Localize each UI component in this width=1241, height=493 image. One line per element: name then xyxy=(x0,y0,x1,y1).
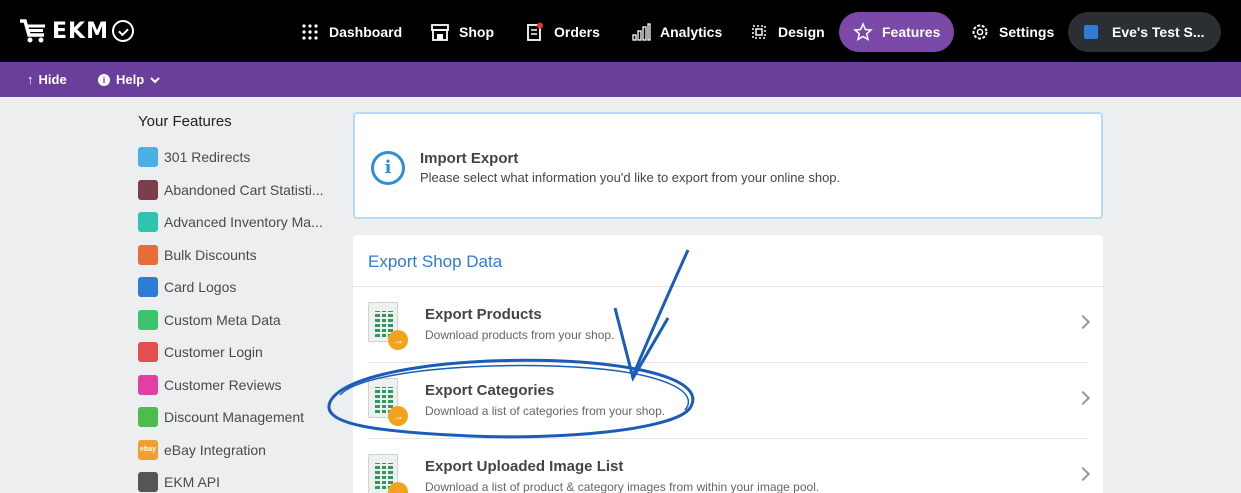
row-description: Download a list of product & category im… xyxy=(425,480,820,493)
nav-shop[interactable]: Shop xyxy=(430,12,494,52)
chevron-right-icon xyxy=(1075,314,1091,330)
info-title: Import Export xyxy=(420,150,519,167)
export-categories-row[interactable]: → Export Categories Download a list of c… xyxy=(368,363,1091,439)
top-navigation: EKM Dashboard Shop Orders Analytics Desi… xyxy=(0,0,1241,62)
nav-label: Shop xyxy=(459,24,494,40)
nav-label: Features xyxy=(882,24,941,40)
feature-icon xyxy=(138,277,158,297)
sidebar-feature-item[interactable]: Bulk Discounts xyxy=(138,243,257,267)
row-title: Export Uploaded Image List xyxy=(425,458,624,475)
sidebar-feature-item[interactable]: 301 Redirects xyxy=(138,145,250,169)
sidebar-feature-item[interactable]: Abandoned Cart Statisti... xyxy=(138,178,324,202)
import-export-info-card: i Import Export Please select what infor… xyxy=(353,112,1103,219)
sidebar-feature-item[interactable]: Discount Management xyxy=(138,405,304,429)
sidebar-feature-label: EKM API xyxy=(164,474,221,490)
sidebar-feature-item[interactable]: Customer Reviews xyxy=(138,373,281,397)
cart-logo-icon xyxy=(20,19,45,43)
info-circle-icon: i xyxy=(371,151,405,185)
feature-icon xyxy=(138,309,158,330)
sidebar-feature-item[interactable]: Custom Meta Data xyxy=(138,308,281,332)
sub-toolbar: ↑ Hide i Help xyxy=(0,62,1241,97)
feature-icon xyxy=(138,179,158,200)
nav-dashboard[interactable]: Dashboard xyxy=(300,12,402,52)
sidebar-title: Your Features xyxy=(138,113,232,130)
nav-orders[interactable]: Orders xyxy=(525,12,600,52)
nav-settings[interactable]: Settings xyxy=(970,12,1054,52)
feature-icon xyxy=(138,407,158,427)
export-card-title: Export Shop Data xyxy=(368,252,503,271)
sidebar-feature-label: Card Logos xyxy=(164,279,237,295)
hide-button[interactable]: ↑ Hide xyxy=(27,62,67,97)
feature-icon xyxy=(138,147,158,167)
sidebar-feature-label: Abandoned Cart Statisti... xyxy=(164,181,324,198)
feature-icon xyxy=(138,342,158,362)
chevron-down-icon xyxy=(150,76,160,83)
orders-icon xyxy=(527,22,543,41)
row-description: Download a list of categories from your … xyxy=(425,404,666,418)
help-label: Help xyxy=(116,72,145,87)
sidebar-feature-label: Advanced Inventory Ma... xyxy=(164,214,323,230)
nav-label: Orders xyxy=(554,24,600,40)
sidebar-feature-item[interactable]: ebay eBay Integration xyxy=(138,438,266,462)
ekm-logo[interactable]: EKM xyxy=(18,16,109,46)
arrow-right-badge-icon: → xyxy=(388,406,408,426)
shop-name: Eve's Test S... xyxy=(1112,24,1205,40)
nav-design[interactable]: Design xyxy=(749,12,825,52)
design-icon xyxy=(752,25,766,39)
chevron-right-icon xyxy=(1075,466,1091,482)
star-icon xyxy=(853,22,873,42)
chevron-right-icon xyxy=(1075,390,1091,406)
sidebar-feature-label: Customer Login xyxy=(164,344,263,360)
nav-analytics[interactable]: Analytics xyxy=(631,12,722,52)
sidebar-feature-label: Custom Meta Data xyxy=(164,311,281,328)
storefront-icon xyxy=(431,24,449,41)
gear-icon xyxy=(972,24,988,40)
grid-dots-icon xyxy=(302,24,318,40)
hide-label: Hide xyxy=(38,72,67,87)
sidebar-feature-label: Discount Management xyxy=(164,409,305,425)
row-title: Export Categories xyxy=(425,382,555,399)
nav-label: Design xyxy=(778,24,825,40)
nav-label: Dashboard xyxy=(329,24,403,40)
arrow-right-badge-icon: → xyxy=(388,330,408,350)
sidebar-feature-item[interactable]: Card Logos xyxy=(138,275,236,299)
shop-switcher-button[interactable]: Eve's Test S... xyxy=(1068,12,1221,52)
features-sidebar: Your Features xyxy=(138,110,338,134)
row-title: Export Products xyxy=(425,306,542,323)
nav-features[interactable]: Features xyxy=(839,12,955,52)
arrow-right-badge-icon: → xyxy=(388,482,408,493)
sidebar-feature-label: Customer Reviews xyxy=(164,376,282,393)
export-shop-data-card: Export Shop Data → Export Products Downl… xyxy=(353,235,1103,493)
help-dropdown[interactable]: i Help xyxy=(98,62,161,97)
info-icon: i xyxy=(98,73,110,86)
row-description: Download products from your shop. xyxy=(425,328,615,342)
nav-label: Settings xyxy=(999,24,1055,40)
nav-label: Analytics xyxy=(660,24,723,40)
feature-icon: ebay xyxy=(138,439,158,460)
sidebar-feature-label: eBay Integration xyxy=(164,441,266,458)
feature-icon xyxy=(138,212,158,232)
sidebar-feature-item[interactable]: Advanced Inventory Ma... xyxy=(138,210,323,234)
logo-text: EKM xyxy=(52,18,109,44)
feature-icon xyxy=(138,244,158,265)
refresh-icon[interactable] xyxy=(112,20,134,42)
export-uploaded-image-list-row[interactable]: → Export Uploaded Image List Download a … xyxy=(368,439,1091,493)
info-description: Please select what information you'd lik… xyxy=(420,170,841,185)
sidebar-feature-item[interactable]: Customer Login xyxy=(138,340,263,364)
feature-icon xyxy=(138,472,158,492)
feature-icon xyxy=(138,374,158,395)
sidebar-feature-label: 301 Redirects xyxy=(164,149,251,165)
export-products-row[interactable]: → Export Products Download products from… xyxy=(368,287,1091,363)
shop-cart-icon xyxy=(1084,25,1098,39)
arrow-up-icon: ↑ xyxy=(27,72,34,87)
sidebar-feature-label: Bulk Discounts xyxy=(164,246,257,263)
bar-chart-icon xyxy=(632,23,651,41)
sidebar-feature-item[interactable]: EKM API xyxy=(138,470,220,493)
